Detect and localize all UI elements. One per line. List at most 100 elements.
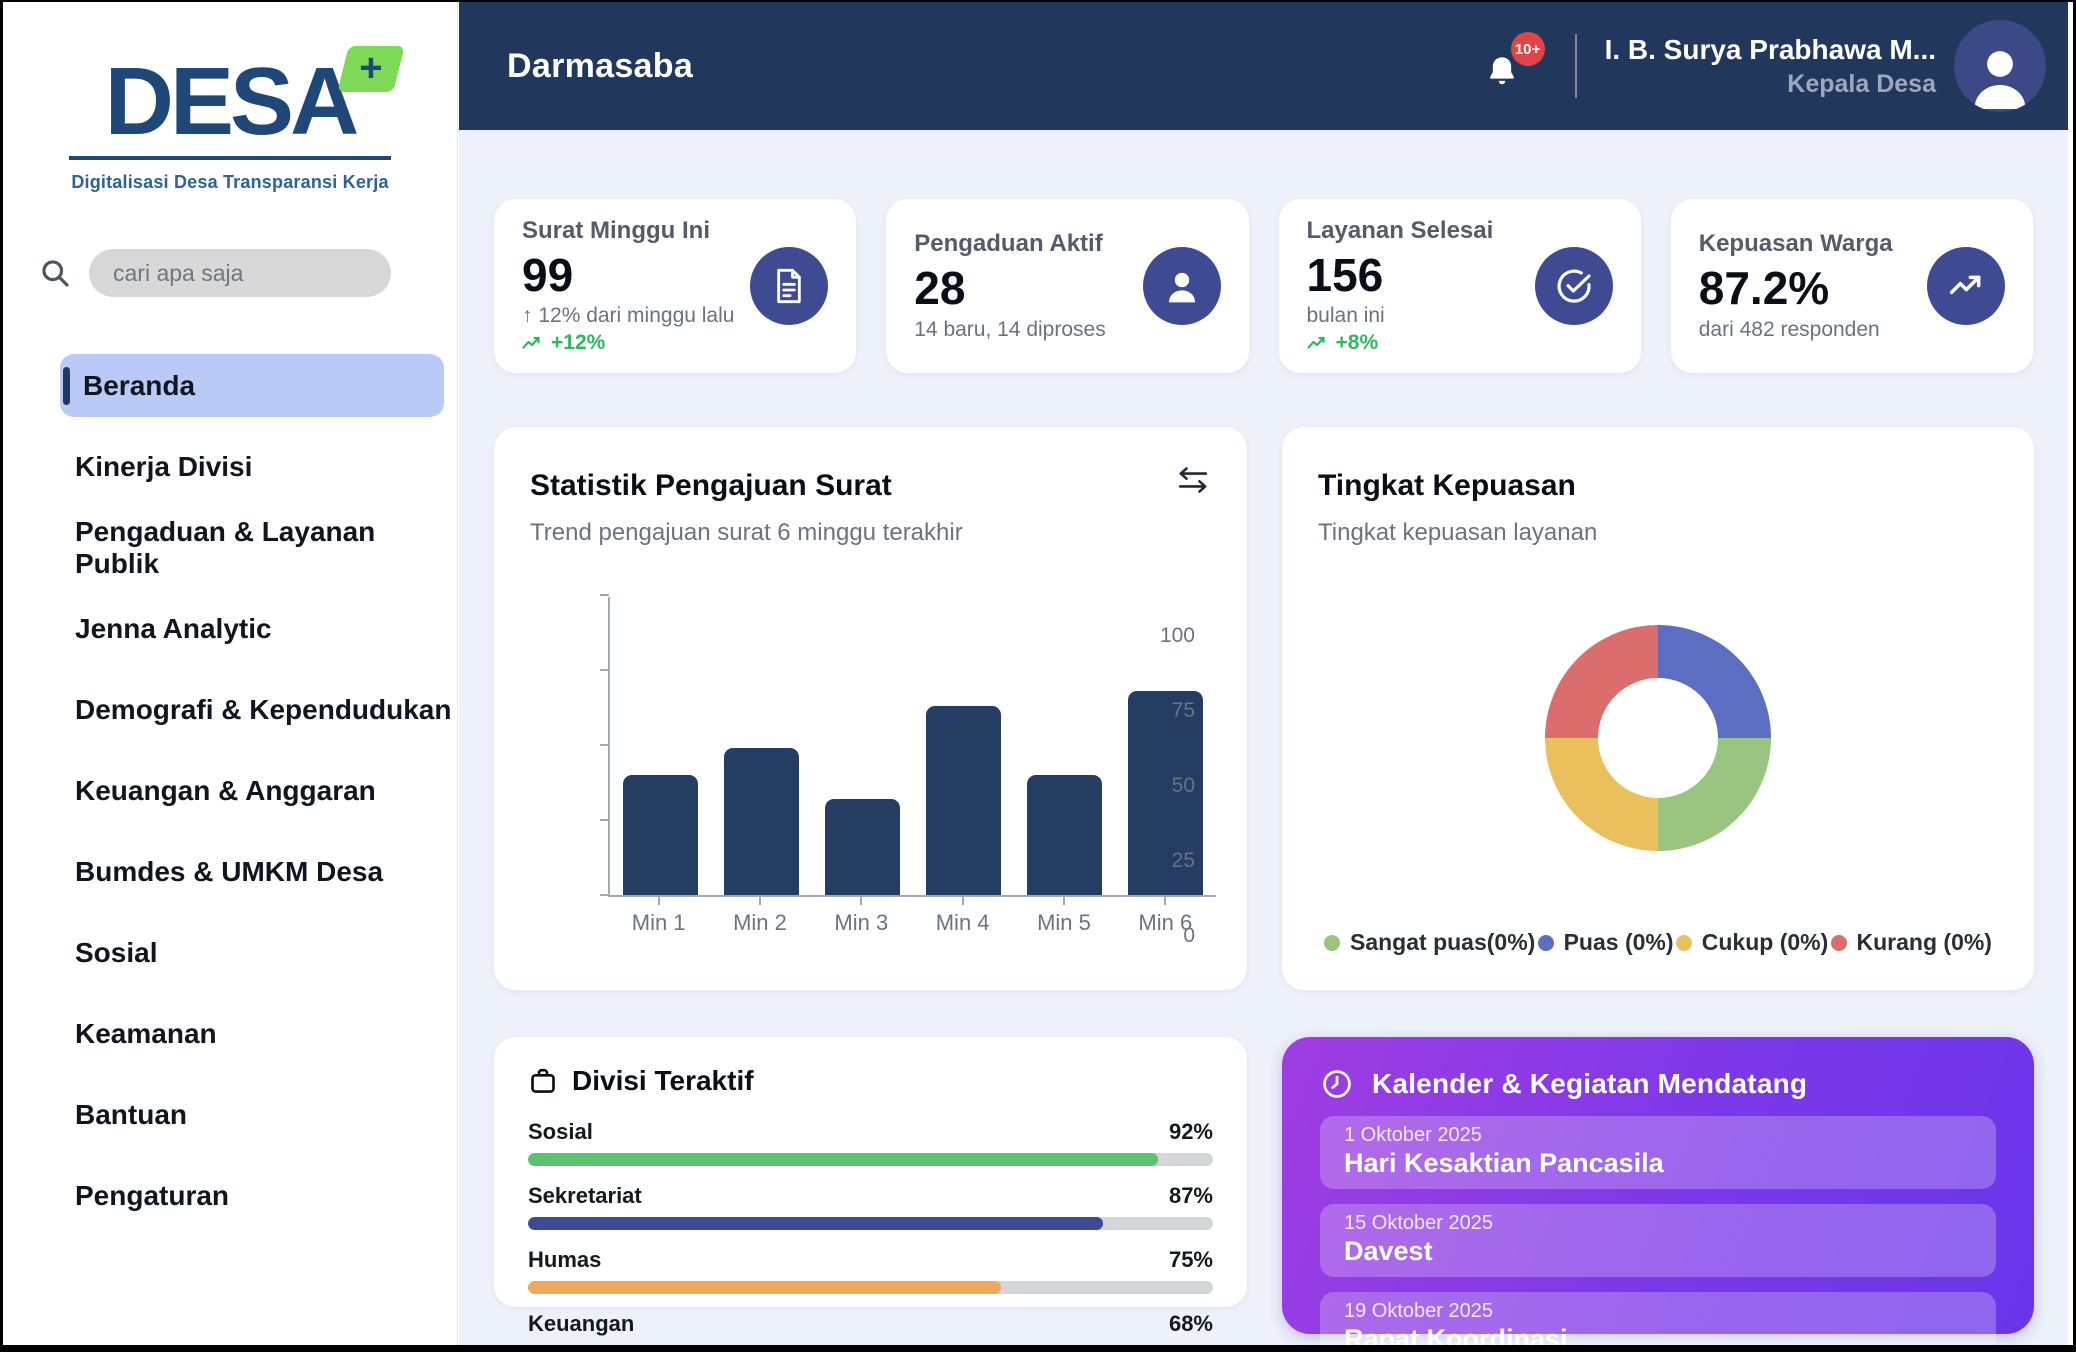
- y-tick-label: 75: [1172, 699, 1195, 723]
- stats-row: Surat Minggu Ini99↑ 12% dari minggu lalu…: [494, 199, 2033, 373]
- stat-value: 156: [1307, 251, 1494, 299]
- bar-min-1[interactable]: [623, 775, 698, 895]
- trend-up-icon: [522, 335, 544, 351]
- search-input[interactable]: [89, 249, 391, 297]
- event-name: Hari Kesaktian Pancasila: [1344, 1148, 1972, 1179]
- swap-horizontal-icon[interactable]: [1175, 465, 1211, 495]
- stat-card: Pengaduan Aktif2814 baru, 14 diproses: [886, 199, 1248, 373]
- legend-label: Puas (0%): [1564, 929, 1674, 956]
- stat-value: 87.2%: [1699, 264, 1893, 312]
- y-tick-mark: [600, 594, 609, 596]
- sidebar-item-sosial[interactable]: Sosial: [3, 912, 457, 993]
- progress-track: [528, 1217, 1213, 1230]
- sidebar-item-keamanan[interactable]: Keamanan: [3, 993, 457, 1074]
- user-name: I. B. Surya Prabhawa M...: [1605, 33, 1936, 67]
- x-category: Min 3: [824, 897, 899, 936]
- sidebar-item-keuangan-anggaran[interactable]: Keuangan & Anggaran: [3, 750, 457, 831]
- x-tick-mark: [658, 897, 660, 905]
- legend-item[interactable]: Kurang (0%): [1831, 929, 1992, 956]
- trend-value: +8%: [1336, 331, 1379, 355]
- legend-item[interactable]: Puas (0%): [1538, 929, 1674, 956]
- logo-tagline: Digitalisasi Desa Transparansi Kerja: [3, 172, 457, 193]
- stat-card: Kepuasan Warga 87.2% dari 482 responden: [1671, 199, 2033, 373]
- x-tick-mark: [860, 897, 862, 905]
- calendar-card: Kalender & Kegiatan Mendatang 1 Oktober …: [1282, 1037, 2034, 1334]
- event-item[interactable]: 19 Oktober 2025Rapat Koordinasi: [1320, 1292, 1996, 1345]
- trend-value: +12%: [551, 331, 605, 355]
- legend-dot-icon: [1538, 935, 1554, 951]
- sidebar-item-pengaduan-layanan-publik[interactable]: Pengaduan & Layanan Publik: [3, 507, 457, 588]
- event-date: 1 Oktober 2025: [1344, 1124, 1972, 1147]
- bar-min-4[interactable]: [926, 706, 1001, 895]
- sidebar-item-demografi-kependudukan[interactable]: Demografi & Kependudukan: [3, 669, 457, 750]
- event-name: Rapat Koordinasi: [1344, 1324, 1972, 1345]
- topbar: Darmasaba 10+ I. B. Surya Prabhawa M... …: [459, 2, 2068, 130]
- sidebar-item-label: Kinerja Divisi: [75, 451, 252, 483]
- sidebar-item-beranda[interactable]: Beranda: [3, 345, 457, 426]
- legend-label: Cukup (0%): [1702, 929, 1829, 956]
- check-circle-icon: [1535, 247, 1613, 325]
- trending-up-icon: [1927, 247, 2005, 325]
- trend-up-icon: [1307, 335, 1329, 351]
- sidebar-item-bantuan[interactable]: Bantuan: [3, 1074, 457, 1155]
- y-tick-label: 50: [1172, 774, 1195, 798]
- sidebar-item-kinerja-divisi[interactable]: Kinerja Divisi: [3, 426, 457, 507]
- divisi-label: Keuangan: [528, 1311, 634, 1337]
- stat-card: Layanan Selesai 156 bulan ini +8%: [1279, 199, 1641, 373]
- clock-icon: [1320, 1067, 1354, 1101]
- event-item[interactable]: 15 Oktober 2025Davest: [1320, 1204, 1996, 1277]
- notification-badge: 10+: [1511, 32, 1545, 66]
- bar-min-3[interactable]: [825, 799, 900, 895]
- bar-min-5[interactable]: [1027, 775, 1102, 895]
- legend-item[interactable]: Cukup (0%): [1676, 929, 1829, 956]
- stat-subtitle: dari 482 responden: [1699, 318, 1893, 342]
- active-indicator: [63, 367, 70, 405]
- divisi-percentage: 92%: [1169, 1119, 1213, 1145]
- progress-track: [528, 1153, 1213, 1166]
- stat-subtitle: ↑ 12% dari minggu lalu: [522, 304, 734, 328]
- stat-title: Kepuasan Warga: [1699, 230, 1893, 258]
- sidebar-item-label: Demografi & Kependudukan: [75, 694, 451, 726]
- event-name: Davest: [1344, 1236, 1972, 1267]
- sidebar-menu: Beranda Kinerja Divisi Pengaduan & Layanan…: [3, 345, 457, 1236]
- donut-chart[interactable]: [1545, 625, 1771, 851]
- stat-subtitle: 14 baru, 14 diproses: [914, 318, 1105, 342]
- legend-label: Sangat puas(0%): [1350, 929, 1535, 956]
- stat-title: Layanan Selesai: [1307, 217, 1494, 245]
- chart-legend: Sangat puas(0%) Puas (0%) Cukup (0%)Kurang…: [1318, 929, 1998, 956]
- divisi-row-sekretariat: Sekretariat87%: [528, 1183, 1213, 1230]
- x-category: Min 1: [621, 897, 696, 936]
- bar-chart-title: Statistik Pengajuan Surat: [530, 469, 963, 503]
- app-root: DESA + Digitalisasi Desa Transparansi Ke…: [3, 2, 2068, 1345]
- bar-min-2[interactable]: [724, 748, 799, 895]
- window-frame: DESA + Digitalisasi Desa Transparansi Ke…: [0, 0, 2076, 1352]
- progress-track: [528, 1281, 1213, 1294]
- stat-card-text: Pengaduan Aktif2814 baru, 14 diproses: [914, 230, 1105, 341]
- stat-card-text: Layanan Selesai 156 bulan ini +8%: [1307, 217, 1494, 355]
- sidebar: DESA + Digitalisasi Desa Transparansi Ke…: [3, 2, 458, 1345]
- sidebar-item-label: Beranda: [83, 370, 195, 402]
- sidebar-item-bumdes-umkm-desa[interactable]: Bumdes & UMKM Desa: [3, 831, 457, 912]
- avatar[interactable]: [1954, 20, 2046, 112]
- y-tick-mark: [600, 744, 609, 746]
- divisi-label: Humas: [528, 1247, 601, 1273]
- stat-subtitle: bulan ini: [1307, 304, 1494, 328]
- event-item[interactable]: 1 Oktober 2025Hari Kesaktian Pancasila: [1320, 1116, 1996, 1189]
- y-tick-mark: [600, 894, 609, 896]
- x-tick-label: Min 3: [824, 910, 899, 936]
- plus-icon: +: [360, 48, 383, 88]
- progress-fill: [528, 1281, 1001, 1294]
- notifications-button[interactable]: 10+: [1483, 40, 1527, 92]
- logo-wordmark: DESA: [105, 48, 356, 155]
- donut-chart-title: Tingkat Kepuasan: [1318, 469, 1597, 503]
- legend-item[interactable]: Sangat puas(0%): [1324, 929, 1535, 956]
- user-menu[interactable]: I. B. Surya Prabhawa M... Kepala Desa: [1605, 33, 1936, 99]
- search-icon[interactable]: [39, 257, 71, 289]
- app-logo: DESA + Digitalisasi Desa Transparansi Ke…: [3, 54, 457, 193]
- sidebar-item-label: Keamanan: [75, 1018, 217, 1050]
- divider: [1575, 34, 1577, 98]
- sidebar-item-jenna-analytic[interactable]: Jenna Analytic: [3, 588, 457, 669]
- logo-underline: [69, 156, 391, 160]
- sidebar-item-pengaturan[interactable]: Pengaturan: [3, 1155, 457, 1236]
- x-tick-mark: [759, 897, 761, 905]
